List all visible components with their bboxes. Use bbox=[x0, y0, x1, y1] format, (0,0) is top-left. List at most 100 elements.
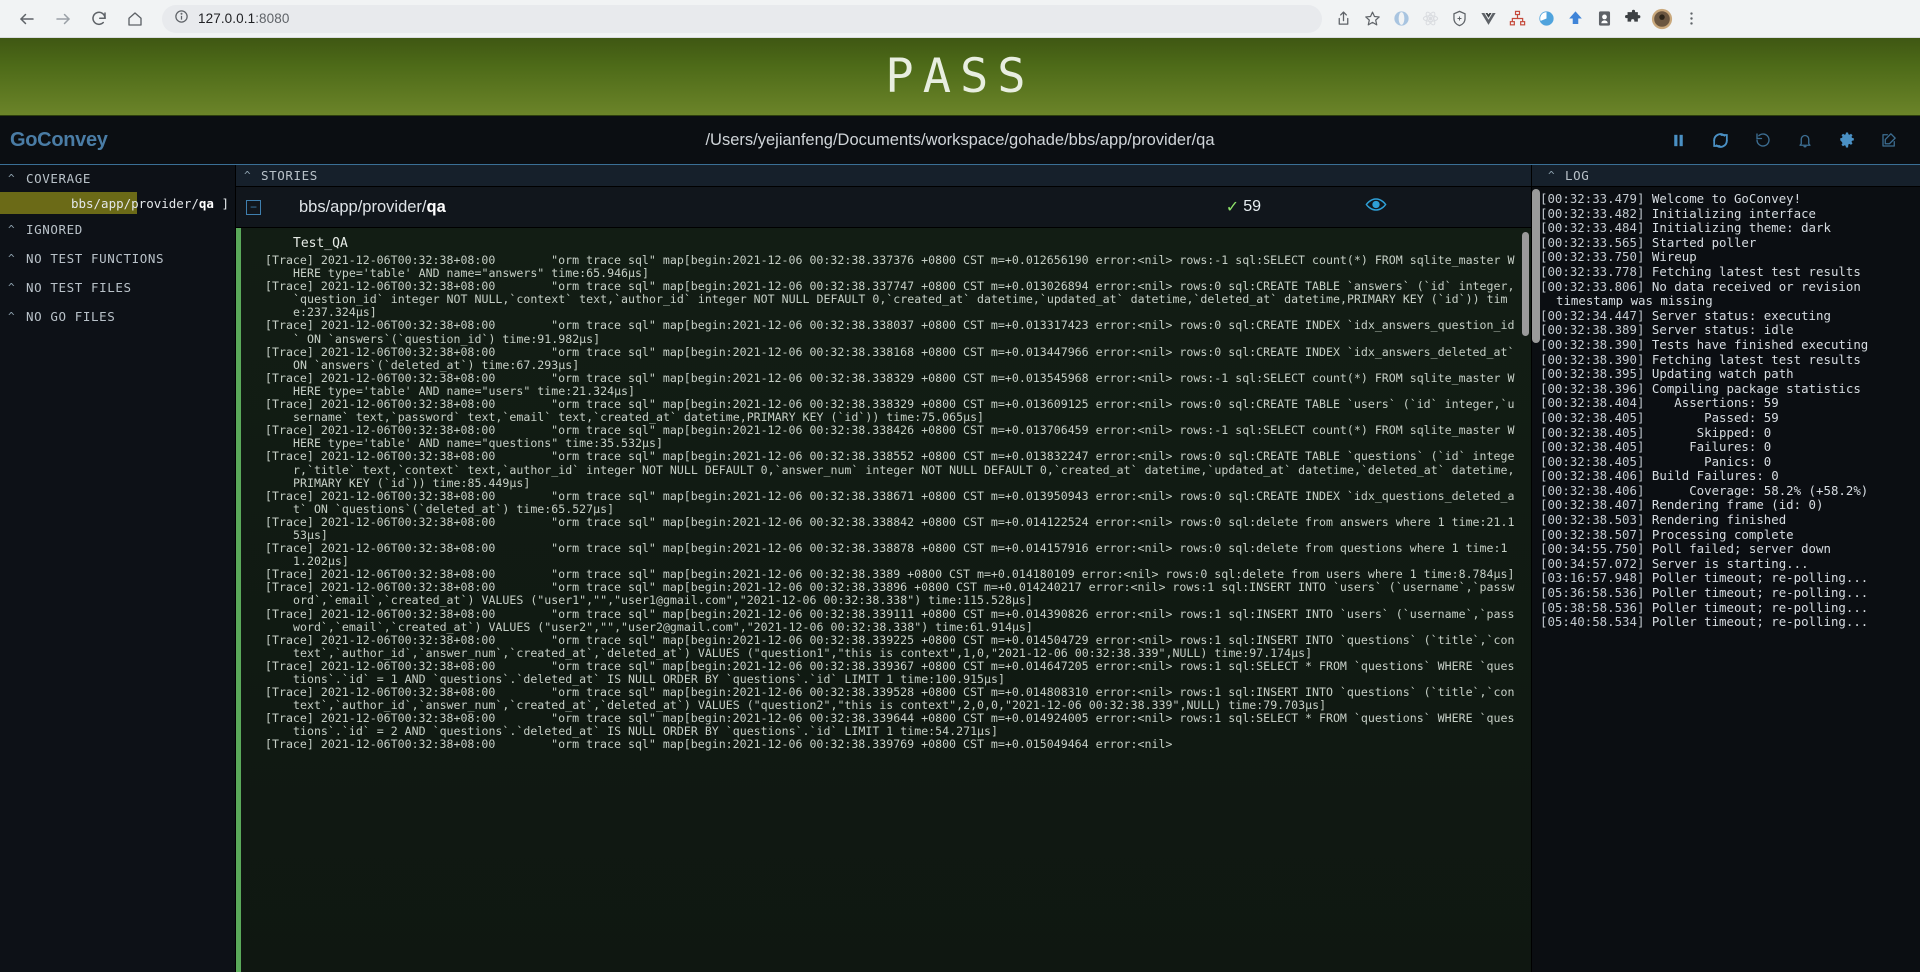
bell-icon[interactable] bbox=[1796, 131, 1814, 149]
address-bar[interactable]: 127.0.0.1:8080 bbox=[162, 4, 1322, 33]
log-line: [00:32:33.565] Started poller bbox=[1540, 235, 1914, 251]
sidebar-section-no-test-functions[interactable]: ^ NO TEST FUNCTIONS bbox=[0, 243, 235, 272]
log-timestamp: [00:32:38.390] bbox=[1540, 351, 1652, 367]
stories-panel-header[interactable]: ^ STORIES bbox=[236, 165, 1531, 187]
site-info-icon[interactable] bbox=[174, 9, 189, 29]
star-icon[interactable] bbox=[1359, 6, 1385, 32]
log-line: [00:32:38.507] Processing complete bbox=[1540, 526, 1914, 543]
log-timestamp: [00:34:55.750] bbox=[1540, 541, 1652, 557]
stories-panel: ^ STORIES − bbs/app/provider/qa ✓ 59 Tes… bbox=[236, 165, 1532, 972]
log-timestamp: [00:32:38.405] bbox=[1540, 424, 1652, 440]
app-header: GoConvey /Users/yejianfeng/Documents/wor… bbox=[0, 116, 1920, 164]
pause-icon[interactable] bbox=[1670, 132, 1687, 149]
log-timestamp: [00:32:38.406] bbox=[1540, 468, 1652, 484]
sidebar-section-ignored[interactable]: ^ IGNORED bbox=[0, 214, 235, 243]
compose-icon[interactable] bbox=[1880, 131, 1898, 149]
log-timestamp: [00:32:38.405] bbox=[1540, 409, 1652, 425]
collapse-toggle-icon[interactable]: − bbox=[246, 199, 261, 215]
clock-icon[interactable] bbox=[1533, 6, 1559, 32]
sidebar-section-label: COVERAGE bbox=[26, 171, 92, 186]
sidebar-section-no-go-files[interactable]: ^ NO GO FILES bbox=[0, 301, 235, 330]
gear-icon[interactable] bbox=[1838, 131, 1856, 149]
log-panel-header[interactable]: ^ LOG bbox=[1532, 165, 1920, 187]
app-logo[interactable]: GoConvey bbox=[0, 129, 236, 152]
trace-line: [Trace] 2021-12-06T00:32:38+08:00 "orm t… bbox=[265, 449, 1515, 490]
chevron-up-icon: ^ bbox=[8, 252, 16, 265]
chevron-up-icon: ^ bbox=[8, 281, 16, 294]
trace-line: [Trace] 2021-12-06T00:32:38+08:00 "orm t… bbox=[265, 658, 1515, 686]
history-icon[interactable] bbox=[1754, 131, 1772, 149]
chevron-up-icon: ^ bbox=[8, 172, 16, 185]
log-timestamp: [00:32:38.405] bbox=[1540, 439, 1652, 455]
watched-path: /Users/yejianfeng/Documents/workspace/go… bbox=[705, 130, 1215, 149]
log-message: Updating watch path bbox=[1651, 366, 1794, 382]
log-message: Build Failures: 0 bbox=[1651, 468, 1779, 484]
coverage-row[interactable]: bbs/app/provider/qa ] bbox=[0, 192, 235, 214]
sidebar-section-label: IGNORED bbox=[26, 222, 83, 237]
story-header-row[interactable]: − bbs/app/provider/qa ✓ 59 bbox=[236, 187, 1531, 228]
log-line: [00:32:38.406] Build Failures: 0 bbox=[1540, 468, 1914, 484]
trace-line: [Trace] 2021-12-06T00:32:38+08:00 "orm t… bbox=[265, 397, 1515, 425]
vue-devtools-icon[interactable] bbox=[1475, 6, 1501, 32]
avatar[interactable] bbox=[1649, 6, 1675, 32]
chevron-up-icon: ^ bbox=[8, 310, 16, 323]
log-line: [00:32:38.407] Rendering frame (id: 0) bbox=[1540, 498, 1914, 513]
share-icon[interactable] bbox=[1330, 6, 1356, 32]
puzzle-extension-icon[interactable] bbox=[1620, 6, 1646, 32]
trace-line-list: [Trace] 2021-12-06T00:32:38+08:00 "orm t… bbox=[265, 253, 1517, 752]
reload-icon[interactable] bbox=[82, 2, 116, 36]
refresh-icon[interactable] bbox=[1711, 131, 1730, 150]
home-icon[interactable] bbox=[118, 2, 152, 36]
log-timestamp: [00:32:34.447] bbox=[1540, 307, 1652, 323]
back-arrow-icon[interactable] bbox=[10, 2, 44, 36]
log-timestamp: [00:32:38.507] bbox=[1540, 526, 1652, 542]
log-message: Server status: idle bbox=[1651, 322, 1794, 338]
trace-line: [Trace] 2021-12-06T00:32:38+08:00 "orm t… bbox=[265, 370, 1515, 398]
log-line: [00:32:38.404] Assertions: 59 bbox=[1540, 396, 1914, 411]
log-timestamp: [03:16:57.948] bbox=[1540, 570, 1652, 586]
reader-icon[interactable] bbox=[1591, 6, 1617, 32]
assertion-count-value: 59 bbox=[1243, 198, 1261, 215]
stories-scrollbar-thumb[interactable] bbox=[1522, 232, 1529, 336]
sidebar-section-no-test-files[interactable]: ^ NO TEST FILES bbox=[0, 272, 235, 301]
story-visibility-toggle[interactable] bbox=[1301, 197, 1451, 217]
log-timestamp: [00:32:38.406] bbox=[1540, 482, 1652, 498]
kebab-menu-icon[interactable] bbox=[1678, 6, 1704, 32]
shield-icon[interactable] bbox=[1446, 6, 1472, 32]
trace-output[interactable]: Test_QA [Trace] 2021-12-06T00:32:38+08:0… bbox=[241, 228, 1531, 972]
trace-line: [Trace] 2021-12-06T00:32:38+08:00 "orm t… bbox=[265, 685, 1515, 713]
log-line: [00:32:33.482] Initializing interface bbox=[1540, 205, 1914, 222]
assertion-count: ✓ 59 bbox=[1226, 197, 1261, 217]
log-message: Skipped: 0 bbox=[1651, 424, 1772, 440]
browser-action-icons bbox=[1330, 6, 1704, 32]
log-line: [00:32:38.405] Skipped: 0 bbox=[1540, 424, 1914, 441]
log-line: [00:32:38.396] Compiling package statist… bbox=[1540, 380, 1914, 397]
log-message: Tests have finished executing bbox=[1651, 336, 1869, 352]
status-banner-text: PASS bbox=[885, 49, 1035, 104]
log-message: Fetching latest test results bbox=[1651, 263, 1861, 279]
upload-icon[interactable] bbox=[1562, 6, 1588, 32]
sitemap-icon[interactable] bbox=[1504, 6, 1530, 32]
opera-icon[interactable] bbox=[1388, 6, 1414, 32]
log-output[interactable]: [00:32:33.479] Welcome to GoConvey! [00:3… bbox=[1532, 187, 1920, 972]
log-timestamp: [00:32:38.396] bbox=[1540, 380, 1652, 396]
log-line: [00:32:38.405] Panics: 0 bbox=[1540, 454, 1914, 470]
log-message: Compiling package statistics bbox=[1651, 380, 1861, 396]
log-line: [00:32:33.778] Fetching latest test resu… bbox=[1540, 263, 1914, 280]
stories-panel-label: STORIES bbox=[261, 168, 318, 183]
test-function-name: Test_QA bbox=[293, 236, 348, 251]
story-body: Test_QA [Trace] 2021-12-06T00:32:38+08:0… bbox=[236, 228, 1531, 972]
log-timestamp: [00:32:33.482] bbox=[1540, 205, 1652, 221]
log-line: [00:32:33.484] Initializing theme: dark bbox=[1540, 220, 1914, 236]
log-scrollbar-thumb[interactable] bbox=[1532, 189, 1540, 343]
react-devtools-icon[interactable] bbox=[1417, 6, 1443, 32]
eye-icon[interactable] bbox=[1365, 197, 1387, 217]
log-line: [05:38:58.536] Poller timeout; re-pollin… bbox=[1540, 600, 1914, 616]
browser-toolbar: 127.0.0.1:8080 bbox=[0, 0, 1920, 37]
log-line: [00:32:38.390] Tests have finished execu… bbox=[1540, 336, 1914, 353]
sidebar-section-coverage[interactable]: ^ COVERAGE bbox=[0, 165, 235, 192]
log-message: Poller timeout; re-polling... bbox=[1651, 570, 1869, 586]
coverage-sidebar: ^ COVERAGE bbs/app/provider/qa ] ^ IGNOR… bbox=[0, 165, 236, 972]
log-line: [05:40:58.534] Poller timeout; re-pollin… bbox=[1540, 614, 1914, 630]
forward-arrow-icon[interactable] bbox=[46, 2, 80, 36]
